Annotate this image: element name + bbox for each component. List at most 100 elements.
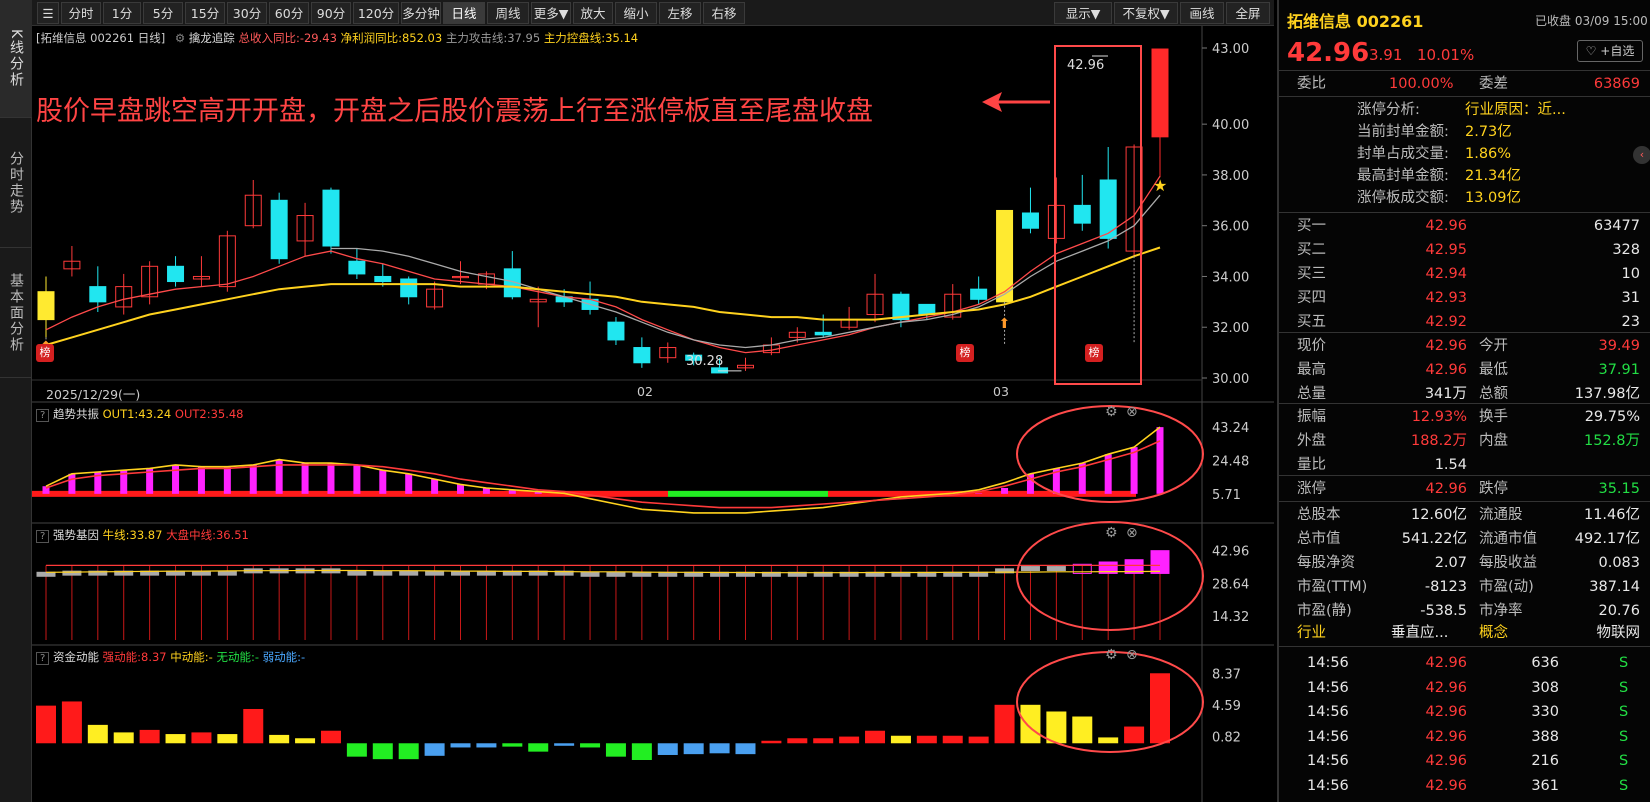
candle-body [167,265,185,283]
rank-badge[interactable]: 榜 [956,344,974,362]
candle-body [970,288,988,300]
settings-icon[interactable]: ⚙ [175,31,185,45]
tab-label: K线分析 [8,28,24,89]
bid-row[interactable]: 买三 42.94 10 [1279,262,1650,286]
tick-row: 14:56 42.96 330 S [1279,700,1650,724]
stat-label: 市盈(静) [1297,603,1352,619]
stat-value: 492.17亿 [1574,531,1640,547]
momentum-bar [113,732,134,744]
bid-level-label: 买三 [1297,266,1326,282]
price-change: 3.91 [1369,46,1403,64]
rank-badge[interactable]: 榜 [1085,344,1103,362]
trend-bar [457,484,465,494]
period-toolbar: ☰ 分时 1分 5分 15分 30分 60分 90分 120分 多分钟 日线 周… [32,0,1274,26]
tick-row: 14:56 42.96 388 S [1279,725,1650,749]
tab-label: 分时走势 [8,150,24,215]
stat-row: 振幅 12.93% 换手 29.75% [1279,405,1650,429]
momentum-bar [528,743,549,752]
rank-badge[interactable]: 榜 [36,344,54,362]
zoom-out-button[interactable]: 缩小 [615,2,657,24]
menu-icon[interactable]: ☰ [37,2,59,24]
period-button-1min[interactable]: 1分 [103,2,141,24]
fullscreen-button[interactable]: 全屏 [1226,2,1270,24]
candle-body [814,331,832,336]
tick-row: 14:56 42.96 636 S [1279,651,1650,675]
stat-row: 市盈(TTM) -8123 市盈(动) 387.14 [1279,575,1650,599]
period-button-90min[interactable]: 90分 [311,2,351,24]
move-right-button[interactable]: 右移 [703,2,745,24]
tab-intraday[interactable]: 分时走势 [0,118,32,248]
baseline-band-red [32,490,668,497]
stat-value: 42.96 [1425,338,1467,354]
help-icon[interactable]: ? [36,409,50,422]
limit-analysis-row: 封单占成交量: 1.86% [1279,142,1650,166]
period-button-120min[interactable]: 120分 [353,2,399,24]
tick-row: 14:56 42.96 216 S [1279,749,1650,773]
market-status: 已收盘 03/09 15:00 [1535,14,1648,28]
gear-icon[interactable]: ⚙ [1105,404,1118,420]
help-icon[interactable]: ? [36,652,50,665]
order-ratio-value: 100.00% [1389,76,1454,92]
date-label-start: 2025/12/29(一) [46,387,141,402]
adjust-dropdown[interactable]: 不复权▼ [1114,2,1178,24]
period-button-15min[interactable]: 15分 [185,2,225,24]
period-button-daily[interactable]: 日线 [443,2,485,24]
concept-label[interactable]: 概念 [1479,621,1508,645]
collapse-arrow-icon[interactable]: ‹ [1633,146,1650,164]
zoom-in-button[interactable]: 放大 [573,2,613,24]
momentum-bar [320,730,341,744]
close-icon[interactable]: ⊗ [1126,404,1138,420]
trend-bar [975,493,983,494]
tick-time: 14:56 [1307,655,1349,671]
bid-price: 42.95 [1425,242,1467,258]
add-watchlist-button[interactable]: ♡ +自选 [1577,40,1643,62]
display-dropdown[interactable]: 显示▼ [1054,2,1112,24]
move-left-button[interactable]: 左移 [659,2,701,24]
momentum-bar [295,738,316,744]
stat-label: 总市值 [1297,531,1341,547]
momentum-bar [1046,711,1067,744]
momentum-bar [87,724,108,744]
momentum-bar [36,705,56,744]
strong-momentum-value: 强动能:8.37 [102,650,167,664]
period-button-more[interactable]: 更多▼ [531,2,571,24]
gear-icon[interactable]: ⚙ [1105,525,1118,541]
y-tick-label: 38.00 [1212,169,1249,184]
close-icon[interactable]: ⊗ [1126,525,1138,541]
period-button-intraday[interactable]: 分时 [61,2,101,24]
stat-label: 内盘 [1479,433,1508,449]
draw-line-button[interactable]: 画线 [1180,2,1224,24]
bid-row[interactable]: 买一 42.96 63477 [1279,214,1650,238]
momentum-bar [890,735,911,744]
order-ratio-row: 委比 100.00% 委差 63869 [1279,72,1650,96]
bid-row[interactable]: 买四 42.93 31 [1279,286,1650,310]
period-button-5min[interactable]: 5分 [143,2,183,24]
strength-bar [425,570,445,576]
period-button-weekly[interactable]: 周线 [487,2,529,24]
close-icon[interactable]: ⊗ [1126,647,1138,663]
tab-kline-analysis[interactable]: K线分析 [0,0,32,118]
stat-value: -538.5 [1420,603,1467,619]
stat-row: 外盘 188.2万 内盘 152.8万 [1279,429,1650,453]
momentum-bar [1098,737,1119,744]
bid-row[interactable]: 买五 42.92 23 [1279,310,1650,334]
industry-value[interactable]: 垂直应... [1391,621,1448,645]
stat-value: 188.2万 [1410,433,1467,449]
date-label-feb: 02 [637,384,653,399]
period-button-30min[interactable]: 30分 [227,2,267,24]
concept-value[interactable]: 物联网 [1597,621,1641,645]
momentum-bar [476,743,497,748]
bid-row[interactable]: 买二 42.95 328 [1279,238,1650,262]
current-price: 42.96 [1287,38,1370,68]
strength-bar [1046,566,1066,572]
momentum-bar [709,743,730,754]
help-icon[interactable]: ? [36,530,50,543]
period-button-60min[interactable]: 60分 [269,2,309,24]
tab-fundamentals[interactable]: 基本面分析 [0,248,32,378]
stat-value: 11.46亿 [1583,507,1640,523]
tick-side: S [1619,655,1629,671]
industry-label[interactable]: 行业 [1297,621,1326,645]
period-button-multi-min[interactable]: 多分钟 [401,2,441,24]
gear-icon[interactable]: ⚙ [1105,647,1118,663]
chart-area[interactable]: 43.0040.0038.0036.0034.0032.0030.00★⬆⬆43… [32,26,1274,802]
